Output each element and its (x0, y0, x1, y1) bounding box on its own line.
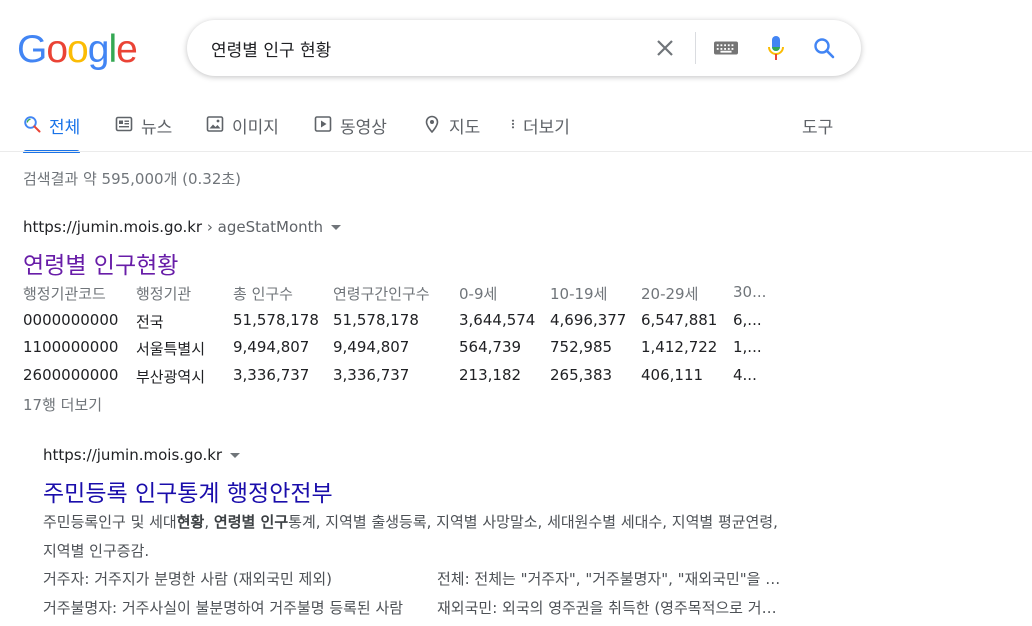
result-title[interactable]: 주민등록 인구통계 행정안전부 (43, 474, 333, 508)
table-cell: 3,336,737 (233, 365, 310, 384)
logo-letter: o (46, 28, 68, 71)
table-cell: 9,494,807 (233, 338, 310, 356)
tab-all[interactable]: 전체 (23, 104, 81, 153)
search-box (187, 20, 861, 76)
snippet-highlight: 연령별 인구 (213, 513, 289, 531)
table-cell: 406,111 (641, 365, 704, 384)
tools-label: 도구 (802, 118, 834, 138)
table-header-cell: 10-19세 (550, 285, 608, 303)
result-stats: 검색결과 약 595,000개 (0.32초) (23, 170, 242, 188)
tools-button[interactable]: 도구 (802, 104, 833, 152)
result-cite[interactable]: https://jumin.mois.go.kr (43, 446, 241, 464)
table-cell: 564,739 (459, 338, 522, 356)
table-cell: 51,578,178 (333, 310, 419, 329)
table-header-cell: 총 인구수 (233, 285, 293, 303)
tab-videos[interactable]: 동영상 (314, 104, 387, 152)
close-icon[interactable] (653, 36, 677, 60)
table-header-cell: 행정기관코드 (23, 285, 106, 303)
logo-letter: e (116, 28, 138, 71)
snippet-highlight: 현황 (176, 513, 205, 531)
result-url: https://jumin.mois.go.kr (43, 446, 223, 464)
tab-label: 지도 (449, 118, 481, 138)
tab-label: 동영상 (340, 118, 387, 138)
sitelink[interactable]: 전체: 전체는 "거주자", "거주불명자", "재외국민"을 합한 수 (437, 568, 783, 589)
keyboard-icon[interactable] (714, 36, 738, 60)
table-cell: 서울특별시 (136, 340, 206, 358)
tab-maps[interactable]: 지도 (423, 104, 480, 152)
table-cell: 부산광역시 (136, 367, 206, 386)
table-header-cell: 연령구간인구수 (333, 285, 430, 303)
table-cell: 4... (733, 365, 757, 384)
sitelink-row: 거주자: 거주지가 분명한 사람 (재외국민 제외) 전체: 전체는 "거주자"… (43, 568, 803, 597)
table-cell: 6,547,881 (641, 310, 718, 329)
result-sitelinks: 거주자: 거주지가 분명한 사람 (재외국민 제외) 전체: 전체는 "거주자"… (43, 568, 803, 626)
search-tabs: 전체 뉴스 이미지 동영상 지도 더보기 도구 (0, 104, 1032, 153)
result-title[interactable]: 연령별 인구현황 (23, 246, 178, 280)
more-rows-link[interactable]: 17행 더보기 (23, 394, 102, 415)
table-cell: 0000000000 (23, 310, 119, 329)
result-snippet: 주민등록인구 및 세대현황, 연령별 인구통계, 지역별 출생등록, 지역별 사… (43, 508, 783, 566)
caret-down-icon[interactable] (230, 453, 241, 458)
table-cell: 1,... (733, 338, 762, 356)
tabs-divider (0, 151, 1032, 152)
table-cell: 9,494,807 (333, 338, 410, 356)
table-cell: 1100000000 (23, 338, 119, 356)
table-cell: 213,182 (459, 365, 522, 384)
logo-letter: o (67, 28, 89, 71)
tab-more[interactable]: 더보기 (509, 104, 570, 152)
search-icon[interactable] (812, 36, 836, 60)
result-path: › ageStatMonth (202, 218, 324, 236)
table-cell: 51,578,178 (233, 310, 319, 329)
table-cell: 3,644,574 (459, 310, 536, 329)
more-vert-icon (511, 119, 515, 129)
table-header-cell: 30... (733, 283, 767, 301)
table-cell: 3,336,737 (333, 365, 410, 384)
sitelink[interactable]: 거주자: 거주지가 분명한 사람 (재외국민 제외) (43, 568, 425, 589)
video-icon (314, 116, 332, 132)
snippet-text: 주민등록인구 및 세대 (43, 513, 177, 531)
tab-label: 전체 (49, 118, 81, 138)
table-cell: 4,696,377 (550, 310, 627, 329)
tab-images[interactable]: 이미지 (206, 104, 279, 152)
news-icon (115, 116, 133, 132)
logo-letter: G (17, 28, 47, 71)
table-cell: 6,... (733, 310, 762, 329)
table-cell: 전국 (136, 312, 164, 331)
search-divider (695, 32, 696, 64)
tab-label: 이미지 (232, 118, 279, 138)
map-pin-icon (425, 115, 439, 133)
tab-label: 더보기 (523, 118, 570, 138)
table-cell: 752,985 (550, 338, 613, 356)
result-cite[interactable]: https://jumin.mois.go.kr › ageStatMonth (23, 218, 342, 236)
caret-down-icon[interactable] (331, 225, 342, 230)
table-header-cell: 20-29세 (641, 285, 699, 303)
table-cell: 2600000000 (23, 365, 119, 384)
table-cell: 265,383 (550, 365, 613, 384)
tab-news[interactable]: 뉴스 (115, 104, 172, 152)
image-icon (206, 116, 224, 132)
sitelink[interactable]: 거주불명자: 거주사실이 불분명하여 거주불명 등록된 사람 (43, 597, 415, 618)
snippet-text: , (204, 513, 214, 531)
search-icon (24, 116, 41, 133)
search-input[interactable] (211, 20, 631, 76)
result-url: https://jumin.mois.go.kr (23, 218, 203, 236)
microphone-icon[interactable] (764, 36, 788, 60)
table-header-cell: 0-9세 (459, 285, 498, 303)
table-cell: 1,412,722 (641, 338, 718, 356)
logo-letter: g (87, 28, 110, 71)
tab-label: 뉴스 (141, 118, 173, 138)
sitelink[interactable]: 재외국민: 외국의 영주권을 취득한 (영주목적으로 거주하는) 국민 (437, 597, 783, 618)
google-logo[interactable]: Google (17, 27, 138, 73)
logo-letter: l (108, 28, 117, 71)
table-header-cell: 행정기관 (136, 285, 192, 303)
